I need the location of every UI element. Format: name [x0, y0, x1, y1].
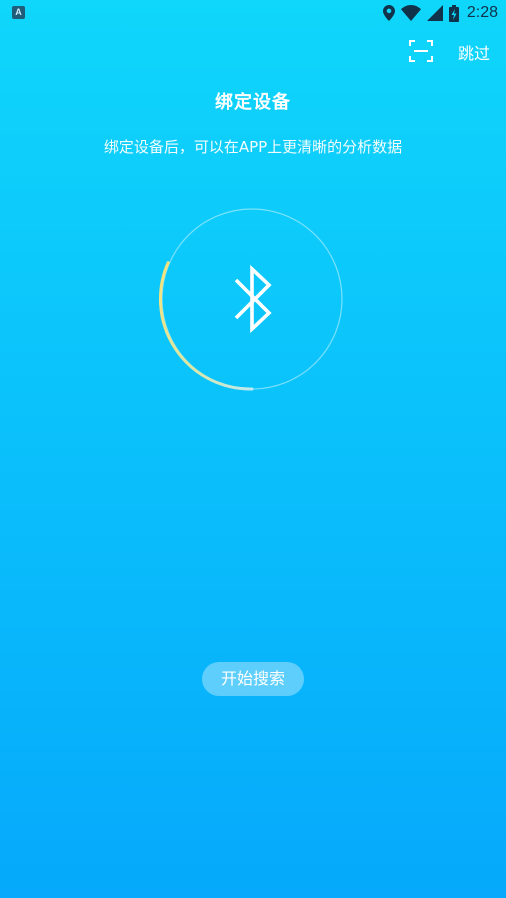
bind-device-screen: A 2:28 跳过 绑定设备 绑定设备后，可以在APP上更清晰的分析数据 开始搜… — [0, 0, 506, 898]
wifi-icon — [400, 5, 421, 21]
page-subtitle: 绑定设备后，可以在APP上更清晰的分析数据 — [103, 138, 403, 156]
bluetooth-search-ring — [158, 208, 343, 391]
page-title: 绑定设备 — [215, 92, 291, 113]
scan-icon — [409, 40, 433, 62]
scan-button[interactable] — [409, 40, 433, 62]
skip-link[interactable]: 跳过 — [458, 40, 490, 64]
notification-app-icon: A — [12, 6, 25, 19]
location-icon — [382, 5, 395, 21]
status-bar: A 2:28 — [0, 0, 506, 26]
start-search-button[interactable]: 开始搜索 — [202, 662, 304, 696]
status-time: 2:28 — [466, 4, 498, 21]
battery-charging-icon — [448, 4, 459, 22]
signal-icon — [426, 5, 443, 21]
status-icons: 2:28 — [382, 2, 498, 24]
bluetooth-icon — [234, 264, 272, 334]
